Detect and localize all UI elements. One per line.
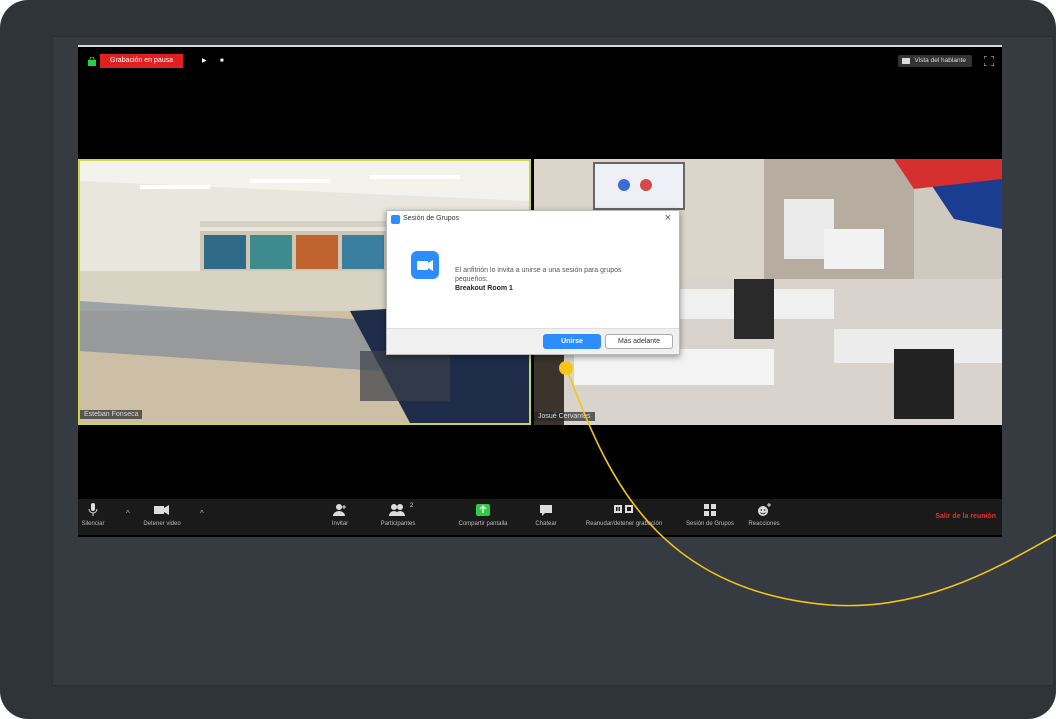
participants-label: Participantes [380,521,416,527]
recording-status-badge: Grabación en pausa [100,54,184,68]
close-icon[interactable]: × [665,212,671,224]
dialog-footer: Unirse Más adelante [387,328,679,354]
participants-icon [389,504,405,516]
breakout-rooms-icon [704,504,716,516]
breakout-rooms-button[interactable]: Sesión de Grupos [682,503,738,527]
later-button[interactable]: Más adelante [605,334,673,349]
reactions-button[interactable]: Reacciones [742,503,786,527]
mute-label: Silenciar [81,521,105,527]
record-control-button[interactable]: Reanudar/detener grabación [570,503,678,527]
dialog-message-text: El anfitrión lo invita a unirse a una se… [455,267,622,283]
speaker-view-button[interactable]: Vista del hablante [898,55,972,67]
grid-view-icon [902,58,911,64]
breakout-invite-dialog: Sesión de Grupos × El anfitrión lo invit… [386,210,680,355]
pause-stop-recording-icon [614,505,633,513]
recording-status-label: Grabación en pausa [110,57,174,64]
lock-icon [88,57,96,66]
join-button[interactable]: Unirse [543,334,601,349]
stop-video-button[interactable]: Detener video [138,503,186,527]
fullscreen-icon[interactable] [984,56,994,66]
add-person-icon [333,504,346,516]
record-control-label: Reanudar/detener grabación [585,521,663,527]
zoom-logo-icon [391,215,400,224]
microphone-icon [88,503,98,516]
audio-options-chevron-icon[interactable]: ^ [126,509,130,518]
reactions-label: Reacciones [748,521,780,527]
share-screen-label: Compartir pantalla [458,521,508,527]
reactions-smiley-icon [758,503,771,516]
invite-button[interactable]: Invitar [328,503,352,527]
invite-label: Invitar [331,521,349,527]
meeting-top-bar: Grabación en pausa ▶ ■ Vista del hablant… [78,47,1002,77]
share-screen-icon [476,504,490,516]
chat-label: Chatear [535,521,557,527]
video-options-chevron-icon[interactable]: ^ [200,509,204,518]
resume-recording-icon[interactable]: ▶ [202,58,208,64]
speaker-view-label: Vista del hablante [914,57,966,64]
share-screen-button[interactable]: Compartir pantalla [448,503,518,527]
stop-video-label: Detener video [143,521,181,527]
zoom-meeting-window: Grabación en pausa ▶ ■ Vista del hablant… [78,45,1002,537]
breakout-rooms-label: Sesión de Grupos [685,521,735,527]
mute-button[interactable]: Silenciar [78,503,108,527]
participant-name-tag: Esteban Fonseca [80,410,143,419]
participants-button[interactable]: 2 Participantes [370,503,426,527]
dialog-title: Sesión de Grupos [403,215,460,222]
zoom-camera-icon [411,251,439,279]
chat-bubble-icon [540,505,552,516]
dialog-message: El anfitrión lo invita a unirse a una se… [455,266,655,293]
breakout-room-name: Breakout Room 1 [455,285,513,292]
leave-meeting-button[interactable]: Salir de la reunión [935,513,996,520]
video-camera-icon [154,505,169,515]
meeting-toolbar: Silenciar ^ Detener video ^ Invitar 2 Pa… [78,499,1002,535]
stop-recording-icon[interactable]: ■ [220,58,226,64]
participants-count: 2 [410,503,414,509]
participant-name-tag: Josué Cervantes [534,412,595,421]
chat-button[interactable]: Chatear [530,503,562,527]
